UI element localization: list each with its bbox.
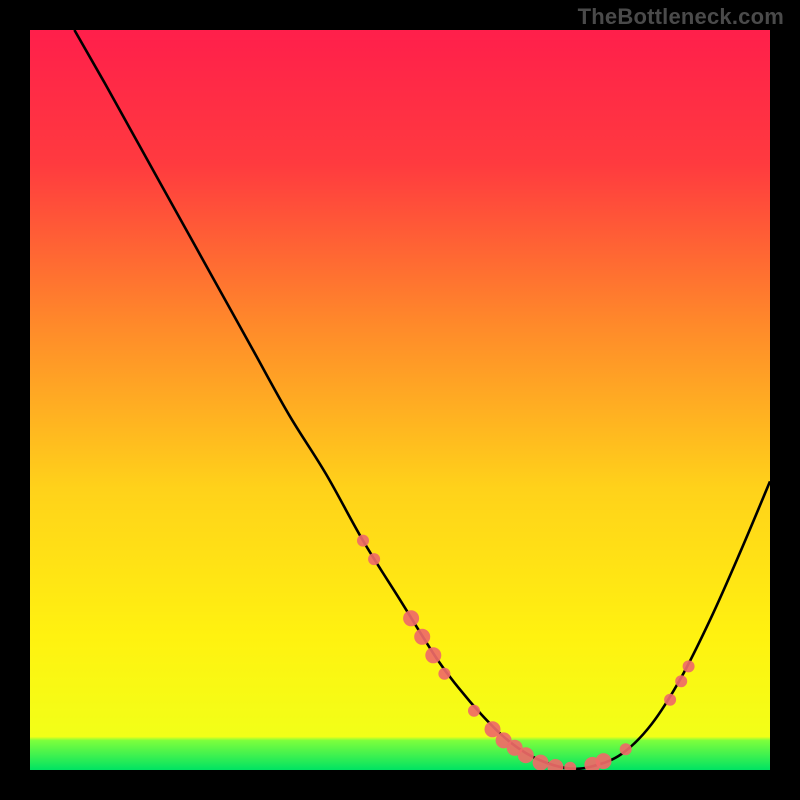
chart-frame: TheBottleneck.com [0,0,800,800]
curve-marker [438,668,450,680]
curve-marker [683,660,695,672]
gradient-background [30,30,770,770]
curve-marker [357,535,369,547]
curve-marker [468,705,480,717]
curve-marker [414,629,430,645]
curve-marker [620,743,632,755]
curve-marker [368,553,380,565]
curve-marker [425,647,441,663]
curve-marker [403,610,419,626]
bottleneck-plot-svg [30,30,770,770]
curve-marker [596,753,612,769]
plot-area [30,30,770,770]
curve-marker [518,747,534,763]
watermark-text: TheBottleneck.com [578,4,784,30]
curve-marker [675,675,687,687]
curve-marker [533,755,549,770]
curve-marker [664,694,676,706]
